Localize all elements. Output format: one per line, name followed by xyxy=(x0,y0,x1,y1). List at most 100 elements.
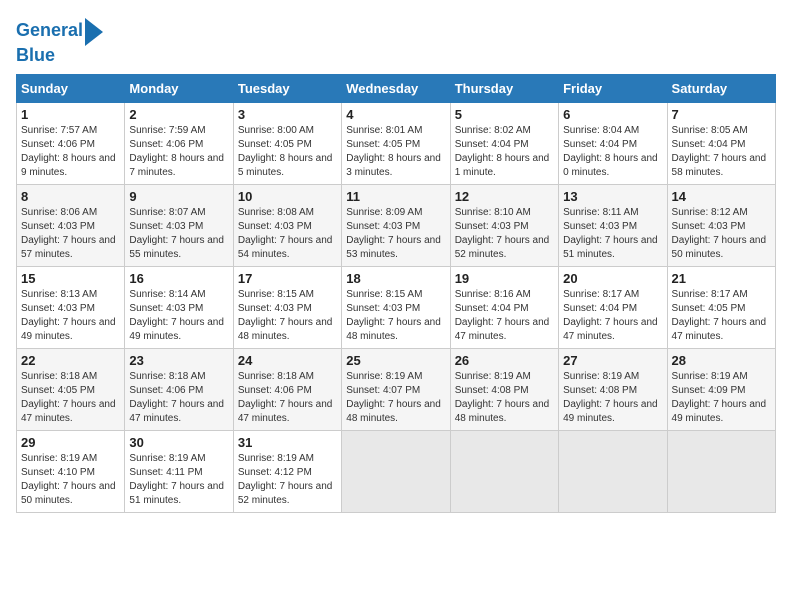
calendar-cell: 4 Sunrise: 8:01 AM Sunset: 4:05 PM Dayli… xyxy=(342,102,450,184)
day-number: 11 xyxy=(346,189,445,204)
calendar-cell xyxy=(342,430,450,512)
calendar-cell: 24 Sunrise: 8:18 AM Sunset: 4:06 PM Dayl… xyxy=(233,348,341,430)
calendar-cell xyxy=(559,430,667,512)
calendar-cell: 8 Sunrise: 8:06 AM Sunset: 4:03 PM Dayli… xyxy=(17,184,125,266)
day-number: 29 xyxy=(21,435,120,450)
day-number: 6 xyxy=(563,107,662,122)
calendar-header-row: SundayMondayTuesdayWednesdayThursdayFrid… xyxy=(17,74,776,102)
day-info: Sunrise: 8:15 AM Sunset: 4:03 PM Dayligh… xyxy=(346,288,445,344)
calendar-cell xyxy=(450,430,558,512)
logo-text: General xyxy=(16,21,83,41)
day-number: 1 xyxy=(21,107,120,122)
day-info: Sunrise: 8:10 AM Sunset: 4:03 PM Dayligh… xyxy=(455,206,554,262)
day-info: Sunrise: 7:59 AM Sunset: 4:06 PM Dayligh… xyxy=(129,124,228,180)
calendar-week-4: 22 Sunrise: 8:18 AM Sunset: 4:05 PM Dayl… xyxy=(17,348,776,430)
day-header-thursday: Thursday xyxy=(450,74,558,102)
day-number: 19 xyxy=(455,271,554,286)
day-info: Sunrise: 8:19 AM Sunset: 4:12 PM Dayligh… xyxy=(238,452,337,508)
day-header-wednesday: Wednesday xyxy=(342,74,450,102)
day-info: Sunrise: 8:00 AM Sunset: 4:05 PM Dayligh… xyxy=(238,124,337,180)
calendar-cell: 11 Sunrise: 8:09 AM Sunset: 4:03 PM Dayl… xyxy=(342,184,450,266)
day-number: 2 xyxy=(129,107,228,122)
day-number: 13 xyxy=(563,189,662,204)
day-info: Sunrise: 8:11 AM Sunset: 4:03 PM Dayligh… xyxy=(563,206,662,262)
calendar-cell: 2 Sunrise: 7:59 AM Sunset: 4:06 PM Dayli… xyxy=(125,102,233,184)
day-number: 21 xyxy=(672,271,771,286)
day-info: Sunrise: 8:17 AM Sunset: 4:04 PM Dayligh… xyxy=(563,288,662,344)
calendar-cell: 3 Sunrise: 8:00 AM Sunset: 4:05 PM Dayli… xyxy=(233,102,341,184)
day-info: Sunrise: 8:19 AM Sunset: 4:10 PM Dayligh… xyxy=(21,452,120,508)
calendar-cell: 25 Sunrise: 8:19 AM Sunset: 4:07 PM Dayl… xyxy=(342,348,450,430)
day-info: Sunrise: 7:57 AM Sunset: 4:06 PM Dayligh… xyxy=(21,124,120,180)
day-info: Sunrise: 8:19 AM Sunset: 4:08 PM Dayligh… xyxy=(455,370,554,426)
day-header-friday: Friday xyxy=(559,74,667,102)
day-header-tuesday: Tuesday xyxy=(233,74,341,102)
logo-text-2: Blue xyxy=(16,46,55,66)
day-number: 22 xyxy=(21,353,120,368)
day-number: 10 xyxy=(238,189,337,204)
day-info: Sunrise: 8:19 AM Sunset: 4:11 PM Dayligh… xyxy=(129,452,228,508)
calendar-cell: 21 Sunrise: 8:17 AM Sunset: 4:05 PM Dayl… xyxy=(667,266,775,348)
calendar-week-1: 1 Sunrise: 7:57 AM Sunset: 4:06 PM Dayli… xyxy=(17,102,776,184)
calendar-cell: 13 Sunrise: 8:11 AM Sunset: 4:03 PM Dayl… xyxy=(559,184,667,266)
day-number: 5 xyxy=(455,107,554,122)
day-info: Sunrise: 8:19 AM Sunset: 4:07 PM Dayligh… xyxy=(346,370,445,426)
calendar-cell: 19 Sunrise: 8:16 AM Sunset: 4:04 PM Dayl… xyxy=(450,266,558,348)
calendar-week-3: 15 Sunrise: 8:13 AM Sunset: 4:03 PM Dayl… xyxy=(17,266,776,348)
day-number: 16 xyxy=(129,271,228,286)
day-info: Sunrise: 8:09 AM Sunset: 4:03 PM Dayligh… xyxy=(346,206,445,262)
day-number: 25 xyxy=(346,353,445,368)
calendar-table: SundayMondayTuesdayWednesdayThursdayFrid… xyxy=(16,74,776,513)
calendar-cell: 12 Sunrise: 8:10 AM Sunset: 4:03 PM Dayl… xyxy=(450,184,558,266)
day-number: 31 xyxy=(238,435,337,450)
day-info: Sunrise: 8:07 AM Sunset: 4:03 PM Dayligh… xyxy=(129,206,228,262)
calendar-cell: 6 Sunrise: 8:04 AM Sunset: 4:04 PM Dayli… xyxy=(559,102,667,184)
calendar-body: 1 Sunrise: 7:57 AM Sunset: 4:06 PM Dayli… xyxy=(17,102,776,512)
calendar-cell xyxy=(667,430,775,512)
day-info: Sunrise: 8:17 AM Sunset: 4:05 PM Dayligh… xyxy=(672,288,771,344)
day-info: Sunrise: 8:06 AM Sunset: 4:03 PM Dayligh… xyxy=(21,206,120,262)
calendar-cell: 17 Sunrise: 8:15 AM Sunset: 4:03 PM Dayl… xyxy=(233,266,341,348)
day-info: Sunrise: 8:12 AM Sunset: 4:03 PM Dayligh… xyxy=(672,206,771,262)
day-info: Sunrise: 8:18 AM Sunset: 4:06 PM Dayligh… xyxy=(129,370,228,426)
calendar-cell: 26 Sunrise: 8:19 AM Sunset: 4:08 PM Dayl… xyxy=(450,348,558,430)
calendar-week-5: 29 Sunrise: 8:19 AM Sunset: 4:10 PM Dayl… xyxy=(17,430,776,512)
calendar-week-2: 8 Sunrise: 8:06 AM Sunset: 4:03 PM Dayli… xyxy=(17,184,776,266)
day-info: Sunrise: 8:16 AM Sunset: 4:04 PM Dayligh… xyxy=(455,288,554,344)
day-number: 9 xyxy=(129,189,228,204)
calendar-cell: 27 Sunrise: 8:19 AM Sunset: 4:08 PM Dayl… xyxy=(559,348,667,430)
day-number: 4 xyxy=(346,107,445,122)
day-info: Sunrise: 8:18 AM Sunset: 4:06 PM Dayligh… xyxy=(238,370,337,426)
day-number: 17 xyxy=(238,271,337,286)
day-number: 8 xyxy=(21,189,120,204)
day-number: 24 xyxy=(238,353,337,368)
day-number: 14 xyxy=(672,189,771,204)
calendar-cell: 29 Sunrise: 8:19 AM Sunset: 4:10 PM Dayl… xyxy=(17,430,125,512)
day-info: Sunrise: 8:04 AM Sunset: 4:04 PM Dayligh… xyxy=(563,124,662,180)
day-number: 27 xyxy=(563,353,662,368)
calendar-cell: 7 Sunrise: 8:05 AM Sunset: 4:04 PM Dayli… xyxy=(667,102,775,184)
day-info: Sunrise: 8:19 AM Sunset: 4:09 PM Dayligh… xyxy=(672,370,771,426)
day-header-sunday: Sunday xyxy=(17,74,125,102)
calendar-cell: 31 Sunrise: 8:19 AM Sunset: 4:12 PM Dayl… xyxy=(233,430,341,512)
calendar-cell: 10 Sunrise: 8:08 AM Sunset: 4:03 PM Dayl… xyxy=(233,184,341,266)
day-info: Sunrise: 8:01 AM Sunset: 4:05 PM Dayligh… xyxy=(346,124,445,180)
calendar-cell: 23 Sunrise: 8:18 AM Sunset: 4:06 PM Dayl… xyxy=(125,348,233,430)
calendar-cell: 1 Sunrise: 7:57 AM Sunset: 4:06 PM Dayli… xyxy=(17,102,125,184)
day-number: 12 xyxy=(455,189,554,204)
day-number: 23 xyxy=(129,353,228,368)
day-number: 26 xyxy=(455,353,554,368)
day-number: 28 xyxy=(672,353,771,368)
calendar-cell: 16 Sunrise: 8:14 AM Sunset: 4:03 PM Dayl… xyxy=(125,266,233,348)
calendar-cell: 5 Sunrise: 8:02 AM Sunset: 4:04 PM Dayli… xyxy=(450,102,558,184)
day-header-monday: Monday xyxy=(125,74,233,102)
calendar-cell: 9 Sunrise: 8:07 AM Sunset: 4:03 PM Dayli… xyxy=(125,184,233,266)
day-info: Sunrise: 8:05 AM Sunset: 4:04 PM Dayligh… xyxy=(672,124,771,180)
calendar-cell: 14 Sunrise: 8:12 AM Sunset: 4:03 PM Dayl… xyxy=(667,184,775,266)
day-info: Sunrise: 8:13 AM Sunset: 4:03 PM Dayligh… xyxy=(21,288,120,344)
logo-arrow-icon xyxy=(85,18,103,46)
logo: General Blue xyxy=(16,16,103,66)
day-number: 7 xyxy=(672,107,771,122)
day-info: Sunrise: 8:08 AM Sunset: 4:03 PM Dayligh… xyxy=(238,206,337,262)
calendar-cell: 30 Sunrise: 8:19 AM Sunset: 4:11 PM Dayl… xyxy=(125,430,233,512)
